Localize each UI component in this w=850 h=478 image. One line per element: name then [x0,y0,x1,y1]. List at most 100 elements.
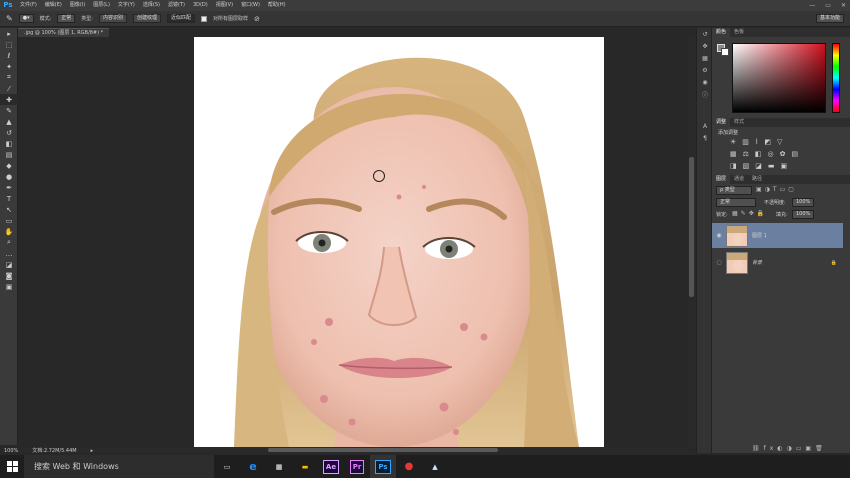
crop-tool-icon[interactable]: ⌗ [0,72,18,83]
shape-tool-icon[interactable]: ▭ [0,215,18,226]
vertical-scroll-thumb[interactable] [689,157,694,297]
menu-item-0[interactable]: 文件(F) [16,0,41,11]
menu-item-3[interactable]: 图层(L) [89,0,114,11]
lasso-tool-icon[interactable]: ℓ [0,50,18,61]
zoom-tool-icon[interactable]: ⌕ [0,237,18,248]
task-view-icon[interactable]: ▭ [214,455,240,478]
paragraph-icon[interactable]: ¶ [697,132,713,144]
bw-icon[interactable]: ◧ [755,150,762,158]
menu-item-10[interactable]: 帮助(H) [264,0,290,11]
create-texture-button[interactable]: 创建纹理 [132,14,161,23]
clone-source-icon[interactable]: ⚙ [697,64,713,76]
channel-mixer-icon[interactable]: ✿ [780,150,786,158]
photo-filter-icon[interactable]: ◎ [768,150,774,158]
pressure-icon[interactable]: ⊘ [254,15,260,23]
brush-size-dropdown[interactable]: ●▾ [18,14,34,23]
stamp-tool-icon[interactable]: ▲ [0,116,18,127]
move-tool-icon[interactable]: ▸ [0,28,18,39]
tool-presets-icon[interactable]: ◉ [697,76,713,88]
filter-icons[interactable]: ▣◑T▭▢ [756,186,797,193]
photoshop-taskbar-icon[interactable]: Ps [370,455,396,478]
layer-name[interactable]: 背景 [752,259,762,266]
horizontal-scroll-thumb[interactable] [268,448,498,452]
hue-slider[interactable] [832,43,840,113]
tab-paths[interactable]: 路径 [748,175,766,184]
windows-start-icon[interactable] [0,455,24,478]
tab-layers[interactable]: 图层 [712,175,731,184]
tab-channels[interactable]: 通道 [730,175,748,184]
menu-item-8[interactable]: 视图(V) [212,0,237,11]
store-icon[interactable]: ▦ [266,455,292,478]
vibrance-icon[interactable]: ▽ [777,138,782,146]
portrait-photo[interactable] [194,37,604,447]
menu-item-5[interactable]: 选择(S) [139,0,164,11]
dodge-tool-icon[interactable]: ● [0,171,18,182]
minimize-icon[interactable]: — [809,2,815,9]
menu-item-2[interactable]: 图像(I) [66,0,89,11]
threshold-icon[interactable]: ◪ [755,162,762,170]
opacity-input[interactable]: 100% [792,198,814,207]
brightness-icon[interactable]: ☀ [730,138,736,146]
proximity-match-button[interactable]: 近似匹配 [167,14,196,23]
recorder-icon[interactable]: ● [396,455,422,478]
sample-all-checkbox[interactable] [201,15,208,22]
explorer-icon[interactable]: ▬ [292,455,318,478]
menu-item-4[interactable]: 文字(Y) [114,0,139,11]
background-color-swatch[interactable] [721,48,729,56]
vertical-scrollbar[interactable] [688,37,696,447]
screen-mode-icon[interactable]: ▣ [0,281,18,292]
eye-icon[interactable]: ◌ [712,259,726,266]
edge-icon[interactable]: e [240,455,266,478]
brush-presets-icon[interactable]: ▦ [697,52,713,64]
content-aware-button[interactable]: 内容识别 [98,14,127,23]
eyedropper-tool-icon[interactable]: ⁄ [0,83,18,94]
brush-tool-icon[interactable]: ✎ [0,105,18,116]
more-tools-icon[interactable]: … [0,248,18,259]
eye-icon[interactable]: ◉ [712,232,726,239]
after-effects-icon[interactable]: Ae [318,455,344,478]
doc-info[interactable]: 文档:2.72M/5.44M [32,447,76,455]
type-tool-icon[interactable]: T [0,193,18,204]
taskbar-search[interactable]: 搜索 Web 和 Windows [24,455,214,478]
color-lookup-icon[interactable]: ▤ [792,150,799,158]
curves-icon[interactable]: ⌇ [755,138,758,146]
color-balance-icon[interactable]: ⚖ [743,150,749,158]
exposure-icon[interactable]: ◩ [764,138,771,146]
photos-icon[interactable]: ▲ [422,455,448,478]
blend-mode-select[interactable]: 正常 [716,198,756,207]
info-icon[interactable]: ⓘ [697,88,713,100]
layer-kind-filter[interactable]: ρ 类型 [716,186,752,195]
levels-icon[interactable]: ▥ [742,138,749,146]
history-brush-icon[interactable]: ↺ [0,127,18,138]
gradient-tool-icon[interactable]: ▤ [0,149,18,160]
close-icon[interactable]: ✕ [841,2,846,9]
mode-select[interactable]: 正常 [57,14,76,23]
quick-select-tool-icon[interactable]: ✦ [0,61,18,72]
character-icon[interactable]: A [697,120,713,132]
quick-mask-icon[interactable]: ◙ [0,270,18,281]
tab-adjustments[interactable]: 调整 [712,118,731,127]
premiere-icon[interactable]: Pr [344,455,370,478]
tab-styles[interactable]: 样式 [730,118,748,127]
menu-item-6[interactable]: 滤镜(T) [164,0,189,11]
layer-bottom-icons[interactable]: ⛓fx◐◑▭▣🗑 [752,445,827,452]
maximize-icon[interactable]: ▭ [825,2,831,9]
menu-item-9[interactable]: 窗口(W) [237,0,264,11]
pen-tool-icon[interactable]: ✒ [0,182,18,193]
status-arrow-icon[interactable]: ▸ [91,447,94,455]
healing-tool-icon[interactable]: ✚ [0,94,18,105]
hand-tool-icon[interactable]: ✋ [0,226,18,237]
color-swatches-icon[interactable]: ◪ [0,259,18,270]
healing-brush-icon[interactable]: ✎ [6,14,13,23]
hue-sat-icon[interactable]: ▦ [730,150,737,158]
posterize-icon[interactable]: ▧ [743,162,750,170]
layer-row-background[interactable]: ◌ 背景 🔒 [712,250,843,275]
zoom-level[interactable]: 100% [4,447,18,455]
document-tab[interactable]: .jpg @ 100% (图层 1, RGB/8#) * [18,28,110,37]
eraser-tool-icon[interactable]: ◧ [0,138,18,149]
lock-icons[interactable]: ▦✎✥🔒 [732,210,767,217]
menu-item-7[interactable]: 3D(D) [189,0,212,11]
history-icon[interactable]: ↺ [697,28,713,40]
blur-tool-icon[interactable]: ◆ [0,160,18,171]
canvas-area[interactable] [18,37,688,447]
